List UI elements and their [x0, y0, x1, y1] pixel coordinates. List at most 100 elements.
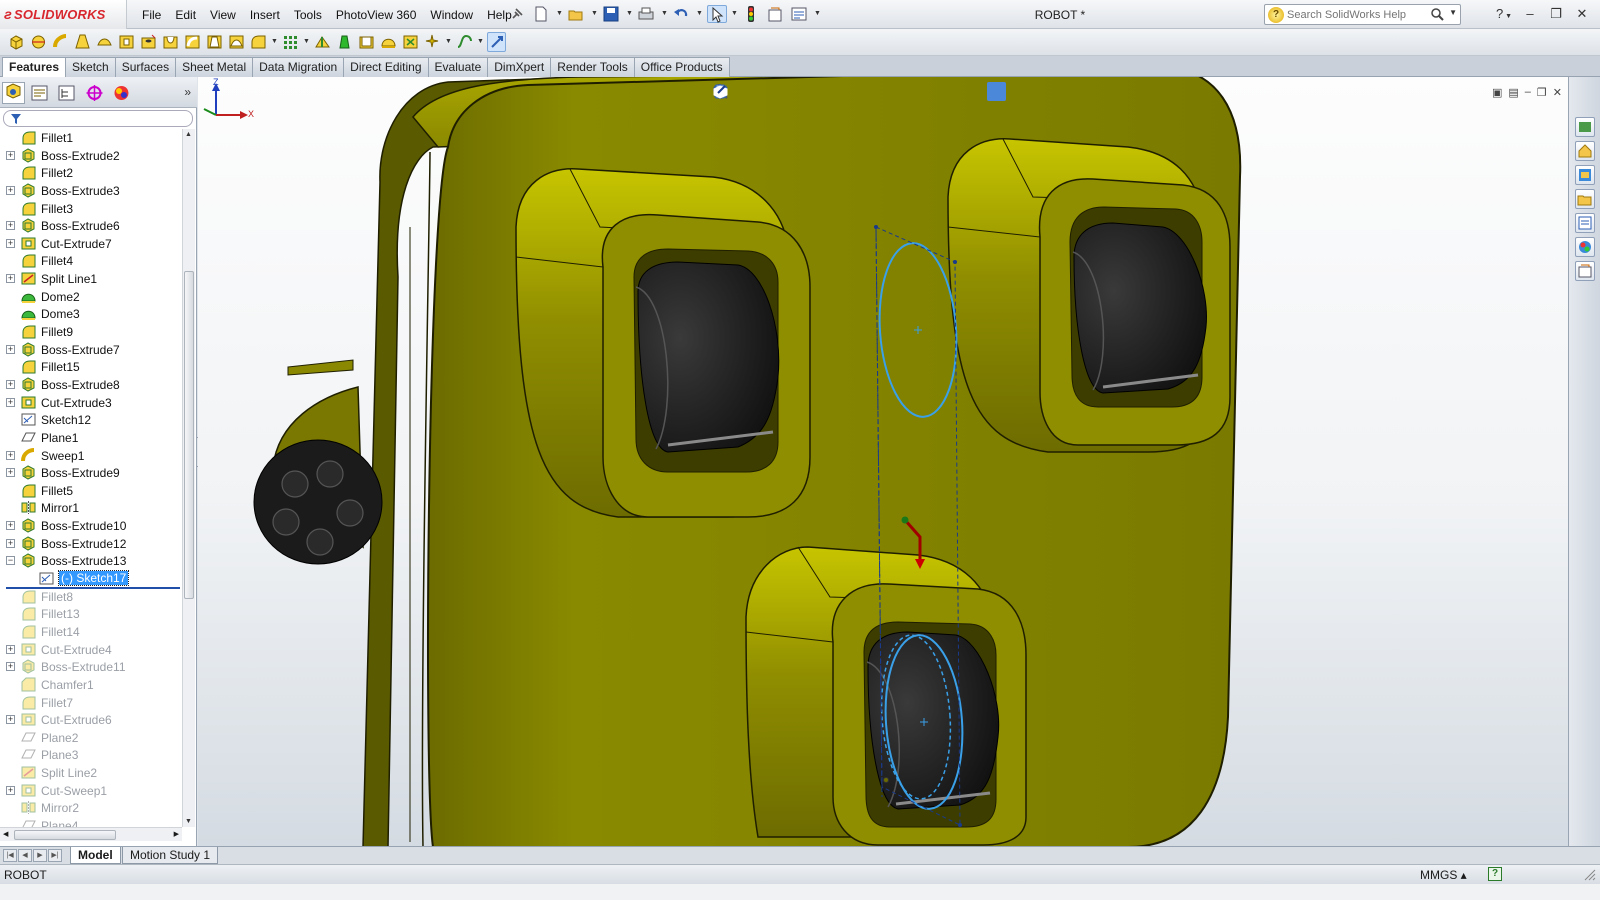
- tab-direct-editing[interactable]: Direct Editing: [343, 57, 429, 77]
- new-dropdown[interactable]: ▼: [556, 5, 563, 23]
- expand-icon[interactable]: +: [6, 274, 15, 284]
- tab-office-products[interactable]: Office Products: [633, 57, 730, 77]
- pattern-dropdown[interactable]: ▼: [303, 33, 310, 51]
- viewport-tile-icon[interactable]: ▣: [1492, 86, 1502, 99]
- menu-window[interactable]: Window: [423, 8, 480, 22]
- menu-insert[interactable]: Insert: [243, 8, 287, 22]
- tree-item[interactable]: + Boss-Extrude2: [0, 147, 182, 165]
- display-manager-tab[interactable]: [110, 82, 133, 104]
- curves-dropdown[interactable]: ▼: [477, 33, 484, 51]
- configuration-manager-tab[interactable]: [55, 82, 78, 104]
- options-dropdown[interactable]: ▼: [814, 5, 821, 23]
- save-dropdown[interactable]: ▼: [626, 5, 633, 23]
- tree-item[interactable]: + Cut-Extrude6: [0, 711, 182, 729]
- appearances-tab[interactable]: [1575, 237, 1595, 257]
- tree-item[interactable]: Plane3: [0, 746, 182, 764]
- tree-item[interactable]: Fillet9: [0, 323, 182, 341]
- revolved-boss-button[interactable]: [29, 32, 48, 52]
- tree-item[interactable]: Fillet7: [0, 694, 182, 712]
- close-app-icon[interactable]: ✕: [1572, 5, 1592, 23]
- extruded-cut-button[interactable]: [117, 32, 136, 52]
- swept-cut-button[interactable]: [183, 32, 202, 52]
- expand-icon[interactable]: +: [6, 150, 15, 160]
- open-dropdown[interactable]: ▼: [591, 5, 598, 23]
- rebuild-button[interactable]: [742, 5, 762, 23]
- feature-tree-filter[interactable]: [3, 110, 193, 127]
- view-orientation-button[interactable]: [713, 82, 822, 101]
- expand-icon[interactable]: +: [6, 344, 15, 354]
- render-tools-button[interactable]: [713, 82, 960, 101]
- revolved-cut-button[interactable]: [161, 32, 180, 52]
- reference-geometry-button[interactable]: [423, 32, 442, 52]
- fillet-dropdown[interactable]: ▼: [271, 33, 278, 51]
- apply-scene-button[interactable]: [713, 82, 914, 101]
- help-search-box[interactable]: ? ▼: [1264, 4, 1461, 25]
- zoom-to-area-button[interactable]: [713, 82, 753, 101]
- reference-geometry-dropdown[interactable]: ▼: [445, 33, 452, 51]
- pin-menu-button[interactable]: [508, 5, 528, 23]
- lofted-boss-button[interactable]: [73, 32, 92, 52]
- quick-tips-icon[interactable]: ?: [1488, 867, 1502, 881]
- search-icon[interactable]: [1430, 7, 1444, 21]
- print-button[interactable]: [637, 5, 657, 23]
- tree-item[interactable]: Fillet13: [0, 605, 182, 623]
- expand-icon[interactable]: +: [6, 221, 15, 231]
- expand-icon[interactable]: +: [6, 450, 15, 460]
- tree-item[interactable]: + Cut-Extrude3: [0, 394, 182, 412]
- collapse-icon[interactable]: −: [6, 556, 15, 566]
- help-search-input[interactable]: [1287, 6, 1433, 23]
- wrap-button[interactable]: [401, 32, 420, 52]
- expand-icon[interactable]: +: [6, 662, 15, 672]
- scroll-thumb[interactable]: [184, 271, 194, 599]
- expand-icon[interactable]: +: [6, 715, 15, 725]
- tree-item[interactable]: + Boss-Extrude6: [0, 217, 182, 235]
- extruded-boss-button[interactable]: [7, 32, 26, 52]
- draft-button[interactable]: [335, 32, 354, 52]
- minimize-app-icon[interactable]: –: [1520, 5, 1540, 23]
- expand-icon[interactable]: +: [6, 538, 15, 548]
- tree-item[interactable]: Plane1: [0, 429, 182, 447]
- tab-sheet-metal[interactable]: Sheet Metal: [175, 57, 254, 77]
- dimxpert-manager-tab[interactable]: [83, 82, 106, 104]
- tree-item[interactable]: + Cut-Extrude4: [0, 641, 182, 659]
- solidworks-resources-tab[interactable]: [1575, 117, 1595, 137]
- unit-system-selector[interactable]: MMGS ▴: [1420, 868, 1467, 882]
- tree-item[interactable]: Chamfer1: [0, 676, 182, 694]
- viewport-minimize-icon[interactable]: –: [1525, 86, 1531, 99]
- design-library-tab[interactable]: [1575, 141, 1595, 161]
- tab-surfaces[interactable]: Surfaces: [114, 57, 177, 77]
- tree-item[interactable]: + Cut-Sweep1: [0, 782, 182, 800]
- expand-icon[interactable]: +: [6, 644, 15, 654]
- scroll-down-icon[interactable]: ▼: [185, 818, 192, 825]
- tree-item[interactable]: + Boss-Extrude10: [0, 517, 182, 535]
- tree-item[interactable]: + Boss-Extrude8: [0, 376, 182, 394]
- viewport-close-icon[interactable]: ✕: [1553, 86, 1562, 99]
- tab-sketch[interactable]: Sketch: [65, 57, 116, 77]
- tree-item[interactable]: + Sweep1: [0, 447, 182, 465]
- tree-item[interactable]: Plane4: [0, 817, 182, 827]
- panel-expand-icon[interactable]: »: [184, 85, 191, 99]
- feature-tree-tab[interactable]: [2, 82, 25, 104]
- rib-button[interactable]: [313, 32, 332, 52]
- tree-item[interactable]: Dome3: [0, 305, 182, 323]
- viewport-split-icon[interactable]: ▤: [1508, 86, 1518, 99]
- tree-item[interactable]: Split Line2: [0, 764, 182, 782]
- tab-render-tools[interactable]: Render Tools: [550, 57, 635, 77]
- menu-view[interactable]: View: [203, 8, 243, 22]
- scroll-up-icon[interactable]: ▲: [185, 131, 192, 138]
- tree-item[interactable]: Fillet8: [0, 588, 182, 606]
- menu-edit[interactable]: Edit: [168, 8, 203, 22]
- save-button[interactable]: [602, 5, 622, 23]
- tree-item[interactable]: Fillet4: [0, 252, 182, 270]
- tree-vertical-scrollbar[interactable]: ▲ ▼: [182, 129, 195, 827]
- previous-view-button[interactable]: [713, 82, 776, 101]
- swept-boss-button[interactable]: [51, 32, 70, 52]
- boundary-cut-button[interactable]: [227, 32, 246, 52]
- options-button[interactable]: [790, 5, 810, 23]
- display-style-button[interactable]: [713, 82, 845, 101]
- undo-dropdown[interactable]: ▼: [696, 5, 703, 23]
- tree-horizontal-scrollbar[interactable]: ◀ ▶: [0, 827, 182, 841]
- expand-icon[interactable]: +: [6, 379, 15, 389]
- viewport-restore-icon[interactable]: ❐: [1537, 86, 1547, 99]
- search-dropdown-icon[interactable]: ▼: [1449, 8, 1457, 17]
